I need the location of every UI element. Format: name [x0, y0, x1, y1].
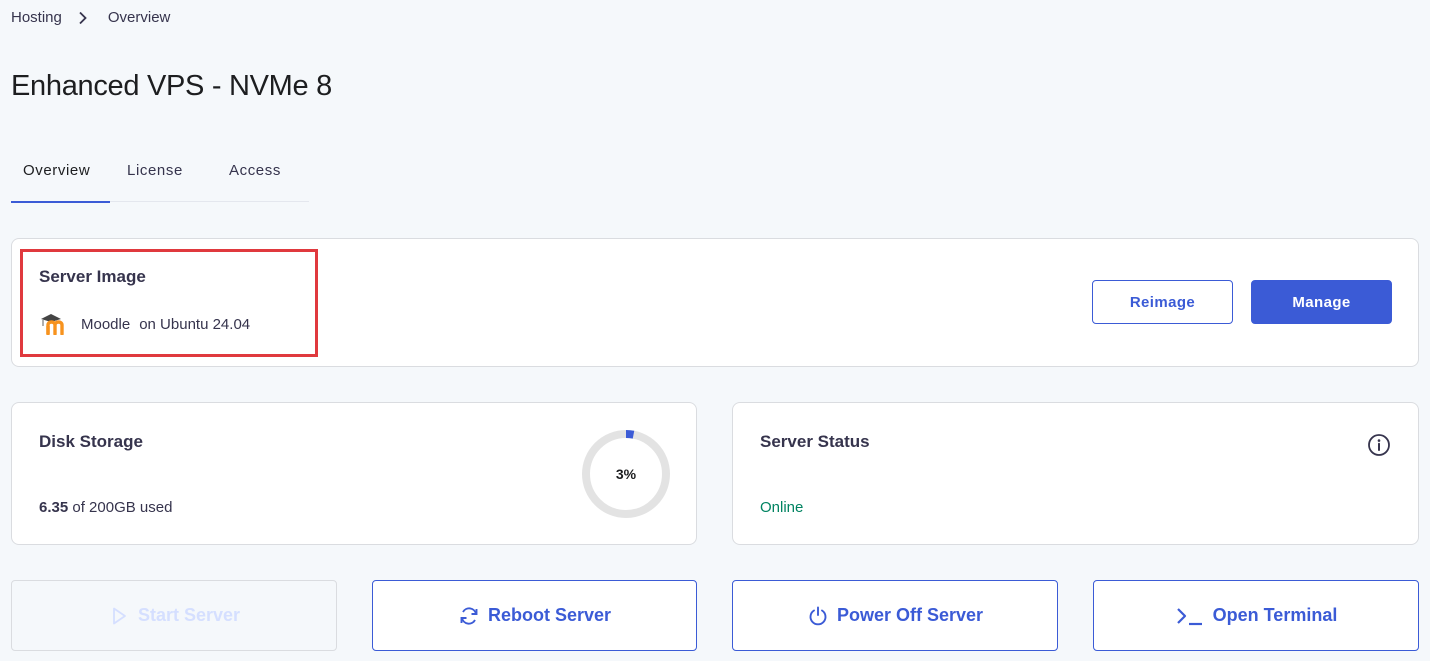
tab-overview[interactable]: Overview [11, 150, 110, 203]
server-status-card: Server Status Online [732, 402, 1419, 545]
open-terminal-label: Open Terminal [1212, 605, 1338, 625]
reboot-server-label: Reboot Server [487, 605, 612, 625]
chevron-right-icon [78, 10, 90, 26]
terminal-icon [1175, 605, 1205, 627]
play-icon [108, 605, 130, 627]
power-icon [807, 605, 829, 627]
reimage-button[interactable]: Reimage [1092, 280, 1233, 324]
open-terminal-button[interactable]: Open Terminal [1093, 580, 1419, 651]
disk-percent-label: 3% [615, 466, 637, 482]
power-off-server-button[interactable]: Power Off Server [732, 580, 1058, 651]
tab-bar: Overview License Access [11, 150, 309, 203]
reboot-server-button[interactable]: Reboot Server [372, 580, 697, 651]
start-server-button[interactable]: Start Server [11, 580, 337, 651]
disk-storage-card: Disk Storage 6.35 of 200GB used 3% [11, 402, 697, 545]
manage-button[interactable]: Manage [1251, 280, 1392, 324]
moodle-logo-icon [39, 313, 71, 336]
server-image-card: Server Image Moodle on Ubuntu 24.04 Reim… [11, 238, 1419, 367]
breadcrumb-overview: Overview [107, 9, 171, 26]
server-image-info: Moodle on Ubuntu 24.04 [39, 313, 251, 336]
page: Hosting Overview Enhanced VPS - NVMe 8 O… [0, 0, 1430, 661]
disk-storage-title: Disk Storage [39, 432, 143, 451]
disk-total-text: of 200GB used [68, 499, 173, 516]
refresh-icon [458, 605, 480, 627]
start-server-label: Start Server [137, 605, 241, 625]
server-status-value: Online [760, 499, 804, 516]
breadcrumb-hosting-link[interactable]: Hosting [11, 9, 62, 26]
server-status-title: Server Status [760, 432, 870, 451]
disk-used-value: 6.35 [39, 499, 69, 516]
disk-usage-text: 6.35 of 200GB used [39, 499, 172, 516]
tab-license[interactable]: License [110, 150, 210, 202]
power-off-server-label: Power Off Server [836, 605, 984, 625]
server-image-title: Server Image [39, 267, 146, 286]
breadcrumb: Hosting Overview [11, 9, 170, 26]
page-title: Enhanced VPS - NVMe 8 [11, 70, 332, 102]
tab-access[interactable]: Access [210, 150, 309, 202]
info-icon[interactable] [1367, 433, 1391, 457]
app-name: Moodle [81, 315, 131, 333]
highlight-box [20, 249, 318, 357]
os-name: on Ubuntu 24.04 [139, 315, 251, 333]
